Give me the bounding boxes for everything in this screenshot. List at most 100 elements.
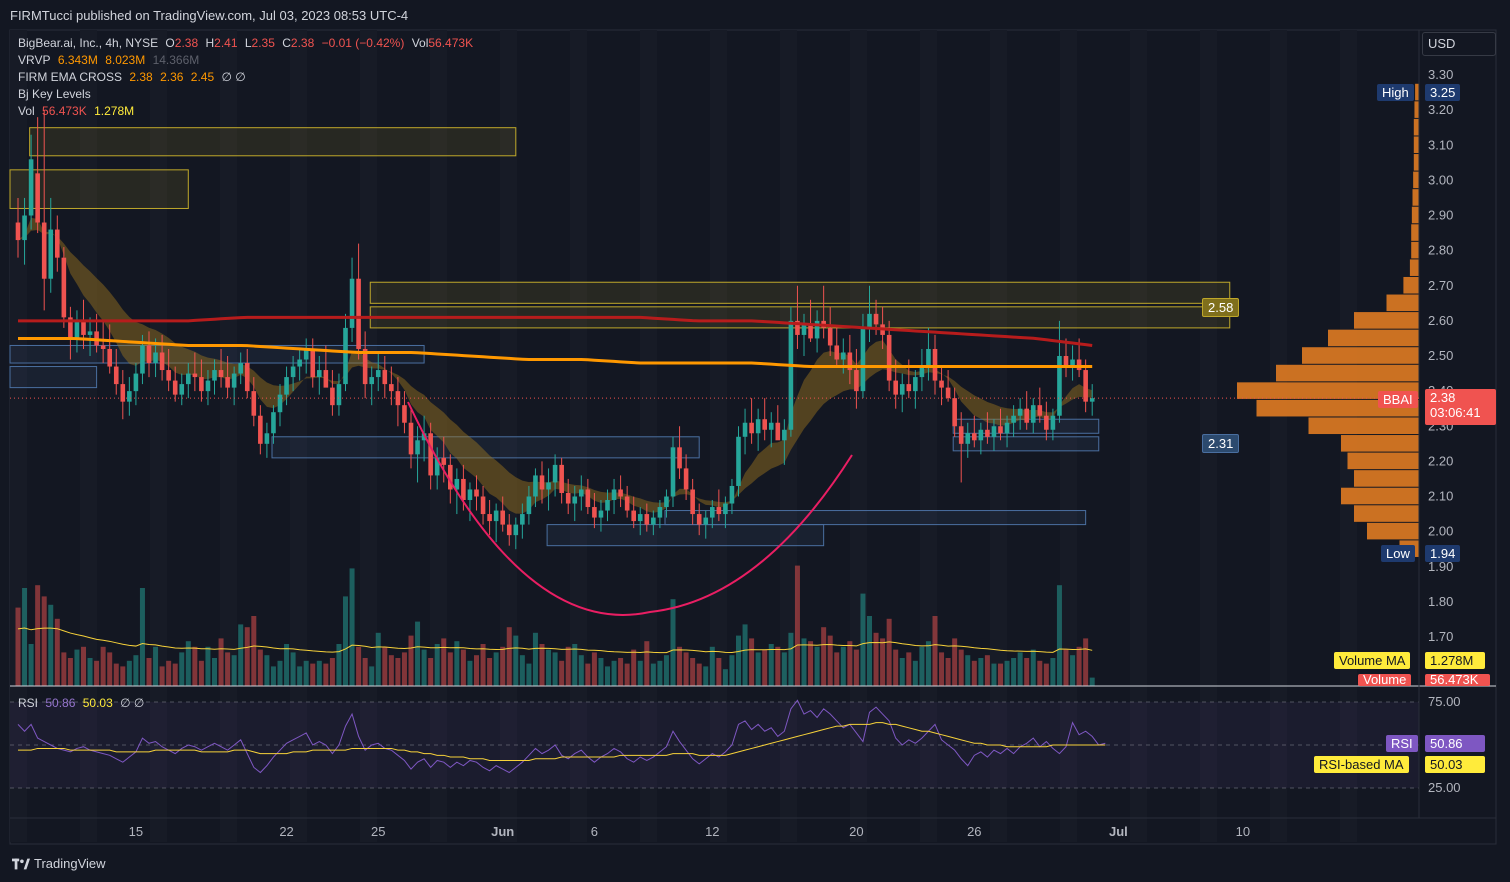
volume-bar: [1063, 649, 1069, 686]
volume-bar: [736, 635, 741, 686]
candle-body: [618, 489, 623, 497]
legend-close: 2.38: [290, 36, 315, 50]
legend-row-vrvp[interactable]: VRVP 6.343M 8.023M 14.366M: [18, 53, 203, 67]
volume-label-tag: Volume: [1358, 674, 1412, 686]
volume-bar: [395, 658, 401, 686]
volume-bar: [277, 660, 283, 686]
legend-open: 2.38: [174, 36, 199, 50]
candle-body: [493, 510, 499, 522]
volume-bar: [28, 644, 34, 686]
volume-bar: [585, 663, 591, 686]
legend-row-ema[interactable]: FIRM EMA CROSS 2.38 2.36 2.45 ∅ ∅: [18, 70, 250, 84]
volume-profile-bar: [1354, 312, 1419, 329]
volume-bar: [480, 644, 486, 686]
legend-vrvp-total: 14.366M: [152, 53, 200, 67]
volume-bar: [297, 666, 303, 686]
candle-body: [768, 422, 774, 430]
volume-bar: [860, 593, 866, 686]
candle-body: [873, 313, 879, 325]
volume-bar: [408, 635, 414, 686]
legend-row-ohlc: BigBear.ai, Inc., 4h, NYSE O2.38 H2.41 L…: [18, 36, 477, 50]
candle-body: [290, 366, 296, 378]
volume-bar: [1030, 649, 1036, 686]
candle-body: [212, 370, 217, 381]
volume-bar: [113, 663, 119, 686]
candle-body: [500, 510, 505, 525]
volume-bar: [139, 588, 145, 686]
volume-bar: [81, 646, 86, 686]
candle-body: [579, 489, 584, 497]
candle-body: [958, 426, 964, 444]
volume-bar: [958, 649, 964, 686]
candle-body: [231, 373, 237, 388]
candle-body: [218, 370, 224, 378]
volume-profile-bar: [1354, 470, 1419, 487]
candle-body: [913, 377, 918, 392]
time-tick-label: 26: [967, 824, 981, 839]
price-tick-label: 3.00: [1428, 172, 1453, 187]
tradingview-brand[interactable]: TradingView: [12, 856, 106, 871]
volume-bar: [244, 627, 250, 686]
price-tick-label: 1.80: [1428, 594, 1453, 609]
candle-body: [657, 507, 663, 518]
time-tick-label: 22: [279, 824, 293, 839]
volume-bar: [611, 660, 617, 686]
volume-bar: [310, 663, 316, 686]
volume-value-tag: 56.473K: [1425, 674, 1490, 686]
key-level-box: [369, 281, 1231, 304]
volume-bar: [840, 646, 846, 686]
candle-body: [74, 320, 80, 339]
volume-bar: [179, 652, 185, 686]
candle-body: [1030, 405, 1036, 423]
volume-bar: [834, 652, 840, 686]
candle-body: [952, 398, 957, 427]
legend-row-volume[interactable]: Vol 56.473K 1.278M: [18, 104, 138, 118]
legend-keylevels-label: Bj Key Levels: [18, 87, 91, 101]
candle-body: [775, 422, 781, 441]
candle-body: [87, 331, 93, 335]
candle-body: [559, 464, 564, 493]
volume-bar: [329, 658, 335, 686]
candle-body: [919, 366, 925, 378]
candle-body: [41, 222, 47, 279]
volume-bar: [696, 663, 702, 686]
price-tick-label: 2.60: [1428, 313, 1453, 328]
volume-bar: [572, 644, 578, 686]
candle-body: [28, 159, 34, 216]
candle-body: [389, 384, 394, 392]
candle-body: [736, 436, 741, 486]
rsi-ma-label-tag: RSI-based MA: [1314, 756, 1409, 773]
volume-bar: [15, 607, 21, 686]
candle-body: [480, 496, 486, 515]
legend-h-label: H: [205, 36, 215, 50]
candle-body: [264, 433, 270, 444]
candle-body: [611, 489, 617, 501]
candle-body: [906, 384, 912, 392]
volume-bar: [814, 646, 820, 686]
price-tick-label: 1.70: [1428, 629, 1453, 644]
volume-bar: [644, 641, 650, 686]
candle-body: [1057, 356, 1062, 416]
candle-body: [153, 352, 158, 364]
time-tick-label: 10: [1236, 824, 1250, 839]
candle-body: [834, 345, 840, 360]
volume-bar: [677, 646, 683, 686]
currency-selector[interactable]: USD: [1422, 32, 1496, 56]
legend-row-rsi[interactable]: RSI 50.86 50.03 ∅ ∅: [18, 696, 148, 710]
volume-profile-bar: [1413, 118, 1419, 136]
chart-svg[interactable]: 75.00 25.00 3.30 3.20 3.10 3.00 2.90 2.80 2.70 2…: [0, 0, 1510, 882]
volume-bar: [578, 655, 584, 686]
candle-body: [1044, 415, 1049, 430]
candle-body: [356, 278, 361, 349]
volume-bar: [94, 660, 100, 686]
volume-bar: [755, 652, 761, 686]
volume-bar: [598, 658, 604, 686]
legend-row-keylevels[interactable]: Bj Key Levels: [18, 87, 95, 101]
candle-body: [696, 514, 702, 525]
candle-body: [932, 348, 938, 381]
candle-body: [199, 377, 204, 392]
tradingview-logo-icon: [12, 858, 30, 869]
volume-bar: [159, 666, 165, 686]
volume-bar: [100, 646, 106, 686]
candle-body: [723, 503, 728, 515]
